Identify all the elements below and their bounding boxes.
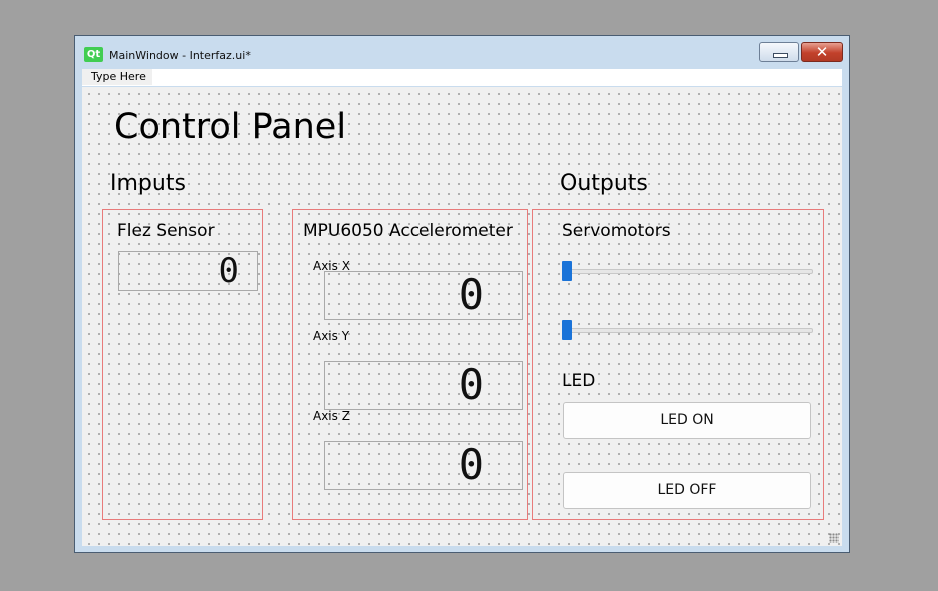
servo-slider-1[interactable] <box>562 261 813 281</box>
main-window: Qt MainWindow - Interfaz.ui* ✕ Type Here… <box>74 35 850 553</box>
servomotors-group: Servomotors LED LED ON LED OFF <box>532 209 824 520</box>
form-canvas: Control Panel Imputs Outputs Flez Sensor… <box>82 87 842 546</box>
menu-bar: Type Here <box>82 69 842 86</box>
axis-z-value: 0 <box>458 440 484 489</box>
servo-slider-1-track[interactable] <box>562 269 813 274</box>
axis-y-lcd: 0 <box>324 361 523 410</box>
flex-sensor-value: 0 <box>218 251 239 291</box>
page-title: Control Panel <box>114 107 347 147</box>
axis-z-label: Axis Z <box>313 409 350 423</box>
servo-slider-1-handle[interactable] <box>562 261 572 281</box>
axis-y-value: 0 <box>458 360 484 409</box>
axis-x-lcd: 0 <box>324 271 523 320</box>
resize-grip-icon[interactable] <box>829 533 839 543</box>
minimize-button[interactable] <box>759 42 799 62</box>
servo-slider-2-handle[interactable] <box>562 320 572 340</box>
title-bar[interactable]: Qt MainWindow - Interfaz.ui* ✕ <box>75 36 849 67</box>
mpu6050-title: MPU6050 Accelerometer <box>303 221 513 241</box>
inputs-heading: Imputs <box>110 171 186 196</box>
axis-x-value: 0 <box>458 270 484 319</box>
led-off-button[interactable]: LED OFF <box>563 472 811 509</box>
servo-slider-2[interactable] <box>562 320 813 340</box>
menu-type-here[interactable]: Type Here <box>82 69 152 85</box>
close-button[interactable]: ✕ <box>801 42 843 62</box>
led-on-button[interactable]: LED ON <box>563 402 811 439</box>
servomotors-title: Servomotors <box>562 221 671 241</box>
qt-logo-icon: Qt <box>84 47 103 62</box>
flex-sensor-title: Flez Sensor <box>117 221 215 241</box>
axis-z-lcd: 0 <box>324 441 523 490</box>
flex-sensor-group: Flez Sensor 0 <box>102 209 263 520</box>
mpu6050-group: MPU6050 Accelerometer Axis X 0 Axis Y 0 … <box>292 209 528 520</box>
servo-slider-2-track[interactable] <box>562 328 813 333</box>
flex-sensor-lcd: 0 <box>118 251 258 291</box>
outputs-heading: Outputs <box>560 171 648 196</box>
led-heading: LED <box>562 371 596 391</box>
window-title: MainWindow - Interfaz.ui* <box>109 49 251 62</box>
axis-y-label: Axis Y <box>313 329 350 343</box>
